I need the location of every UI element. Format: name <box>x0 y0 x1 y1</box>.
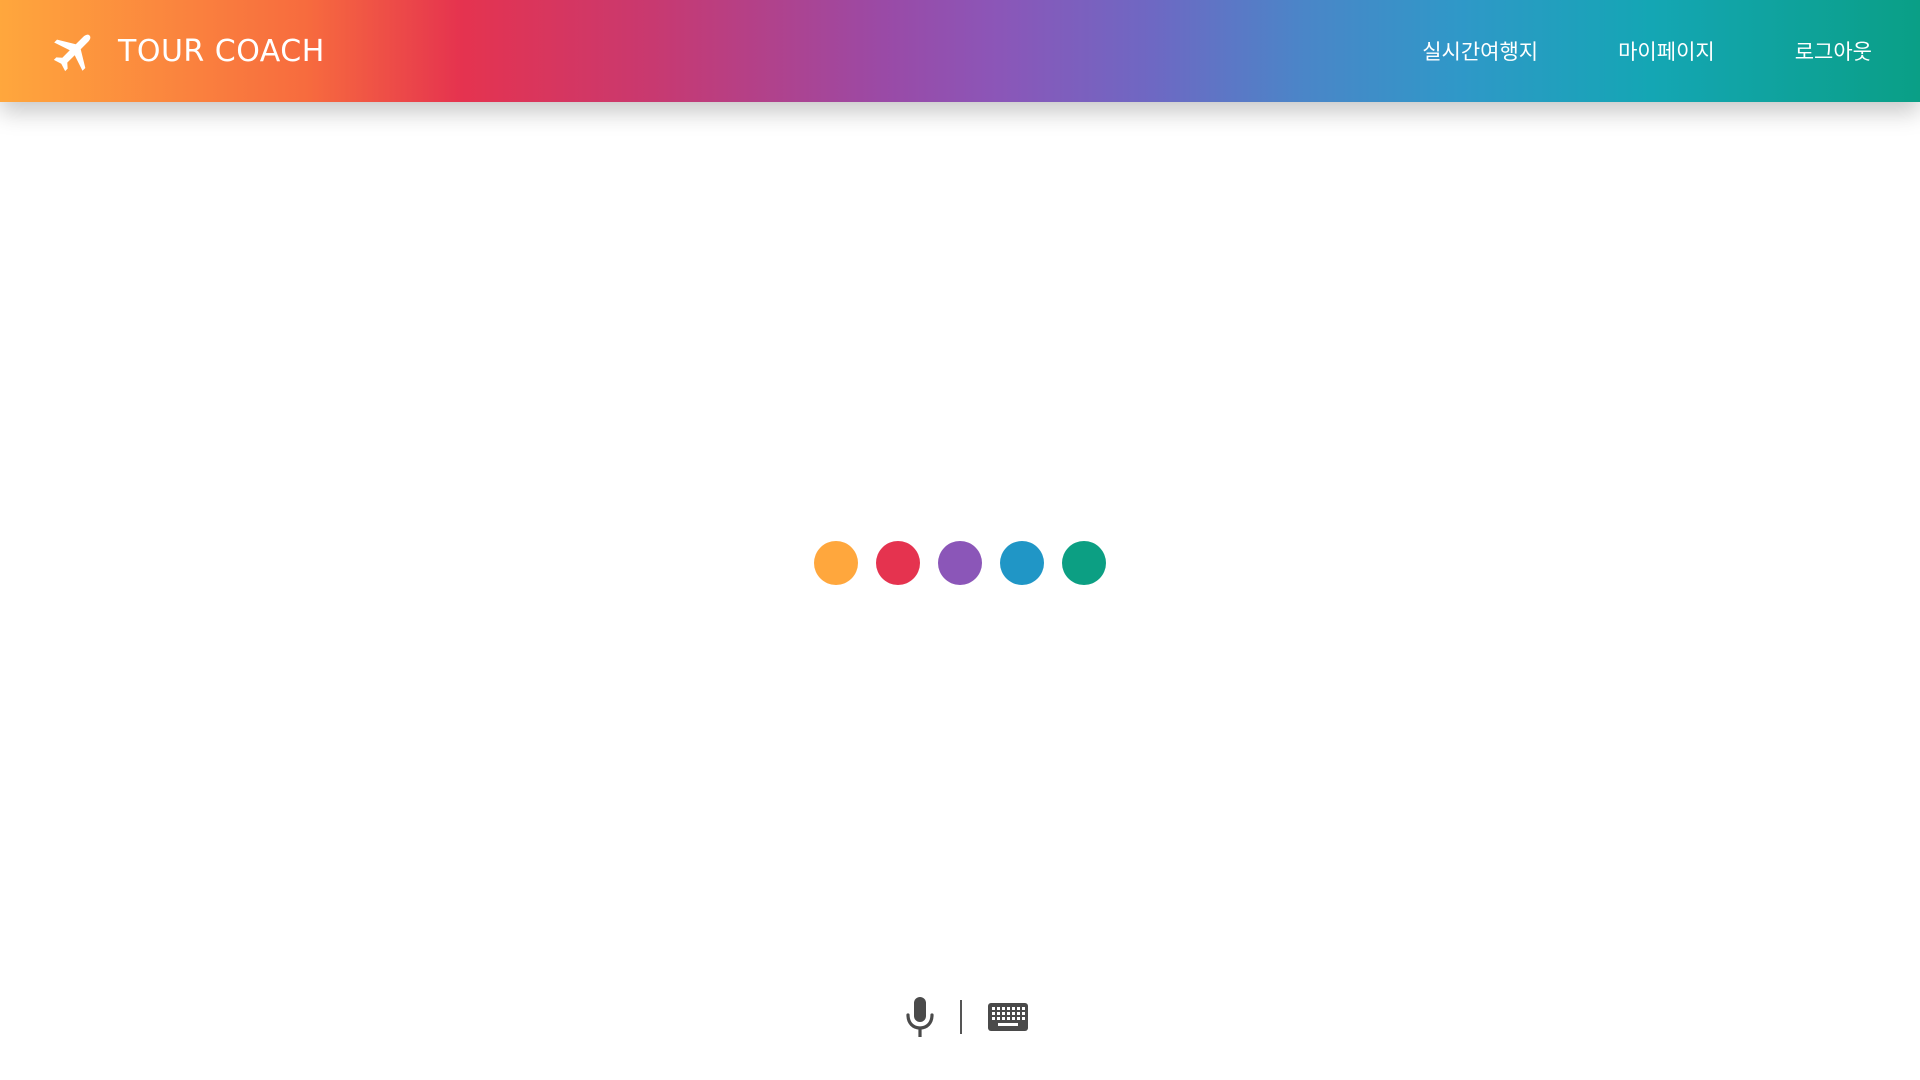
input-mode-bar <box>900 994 1029 1040</box>
microphone-icon <box>906 997 934 1037</box>
main-nav: 실시간여행지 마이페이지 로그아웃 <box>1342 0 1872 102</box>
keyboard-button[interactable] <box>987 994 1029 1040</box>
input-divider <box>960 1000 962 1034</box>
brand-name: TOUR COACH <box>118 33 325 69</box>
loading-dot <box>1000 541 1044 585</box>
microphone-button[interactable] <box>900 994 940 1040</box>
nav-item-my-page[interactable]: 마이페이지 <box>1618 36 1715 66</box>
airplane-icon <box>53 34 91 72</box>
top-header: TOUR COACH 실시간여행지 마이페이지 로그아웃 <box>0 0 1920 102</box>
loading-dot <box>814 541 858 585</box>
brand-logo[interactable]: TOUR COACH <box>50 26 325 76</box>
keyboard-icon <box>988 1003 1028 1031</box>
loading-dot <box>876 541 920 585</box>
loading-indicator <box>814 541 1106 585</box>
loading-dot <box>1062 541 1106 585</box>
nav-item-logout[interactable]: 로그아웃 <box>1795 36 1872 66</box>
nav-item-live-destinations[interactable]: 실시간여행지 <box>1422 36 1538 66</box>
loading-dot <box>938 541 982 585</box>
